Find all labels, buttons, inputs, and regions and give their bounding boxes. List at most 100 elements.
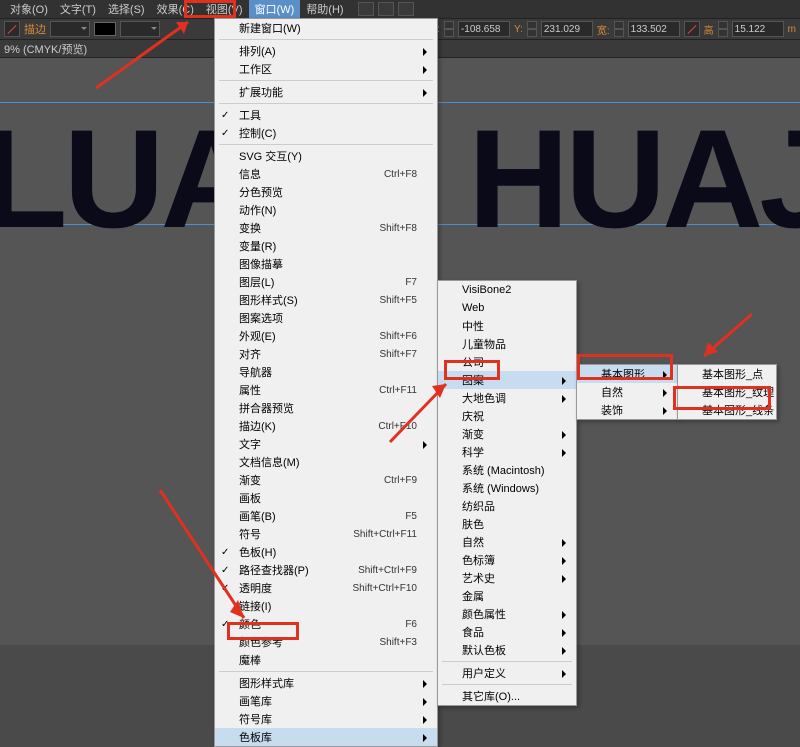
y-spinner[interactable] — [527, 21, 537, 37]
h-field[interactable]: 15.122 — [732, 21, 784, 37]
menu-item[interactable]: VisiBone2 — [438, 281, 576, 299]
artwork-text-right: HUAJ — [468, 98, 800, 260]
fill-dropdown[interactable] — [120, 21, 160, 37]
menu-item[interactable]: 默认色板 — [438, 641, 576, 659]
menu-item[interactable]: 文字 — [215, 435, 437, 453]
x-field[interactable]: -108.658 — [458, 21, 510, 37]
menu-item[interactable]: 大地色调 — [438, 389, 576, 407]
menu-text[interactable]: 文字(T) — [54, 0, 102, 19]
menu-item[interactable]: 颜色参考Shift+F3 — [215, 633, 437, 651]
menu-select[interactable]: 选择(S) — [102, 0, 151, 19]
menu-item[interactable]: 图案 — [438, 371, 576, 389]
no-selection-icon — [4, 21, 20, 37]
menu-item[interactable]: 新建窗口(W) — [215, 19, 437, 37]
menu-item[interactable]: 工作区 — [215, 60, 437, 78]
menu-item[interactable]: 排列(A) — [215, 42, 437, 60]
y-label: Y: — [514, 24, 523, 35]
menu-item[interactable]: 符号库 — [215, 710, 437, 728]
menu-item[interactable]: 色板(H) — [215, 543, 437, 561]
menu-item[interactable]: 金属 — [438, 587, 576, 605]
stroke-dropdown[interactable] — [50, 21, 90, 37]
menu-item[interactable]: Web — [438, 299, 576, 317]
w-label: 宽: — [597, 22, 610, 37]
menu-item[interactable]: 工具 — [215, 106, 437, 124]
window-menu: 新建窗口(W) 排列(A)工作区扩展功能工具控制(C) SVG 交互(Y)信息Ctr… — [214, 18, 438, 747]
menu-item[interactable]: 文档信息(M) — [215, 453, 437, 471]
menu-item[interactable]: 用户定义 — [438, 664, 576, 682]
menu-item[interactable]: 纺织品 — [438, 497, 576, 515]
menu-item[interactable]: 基本图形 — [577, 365, 677, 383]
menu-item[interactable]: 肤色 — [438, 515, 576, 533]
menu-effect[interactable]: 效果(C) — [151, 0, 200, 19]
menu-item[interactable]: 分色预览 — [215, 183, 437, 201]
menu-help[interactable]: 帮助(H) — [300, 0, 349, 19]
menu-item[interactable]: 自然 — [438, 533, 576, 551]
unit-label: m — [788, 24, 796, 35]
menu-item[interactable]: 拼合器预览 — [215, 399, 437, 417]
menu-item[interactable]: 信息Ctrl+F8 — [215, 165, 437, 183]
menubar: 对象(O) 文字(T) 选择(S) 效果(C) 视图(V) 窗口(W) 帮助(H… — [0, 0, 800, 18]
menu-item[interactable]: 自然 — [577, 383, 677, 401]
menu-item[interactable]: 艺术史 — [438, 569, 576, 587]
toolbar-icon-1[interactable] — [358, 2, 374, 16]
menu-item[interactable]: 系统 (Macintosh) — [438, 461, 576, 479]
menu-item[interactable]: 色标簿 — [438, 551, 576, 569]
menu-item[interactable]: 科学 — [438, 443, 576, 461]
menu-item[interactable]: 色板库 — [215, 728, 437, 746]
menu-item[interactable]: 图形样式(S)Shift+F5 — [215, 291, 437, 309]
menu-item[interactable]: 渐变 — [438, 425, 576, 443]
menu-item[interactable]: 系统 (Windows) — [438, 479, 576, 497]
menu-item[interactable]: 图像描摹 — [215, 255, 437, 273]
menu-item[interactable]: 外观(E)Shift+F6 — [215, 327, 437, 345]
x-spinner[interactable] — [444, 21, 454, 37]
menu-window[interactable]: 窗口(W) — [249, 0, 301, 19]
menu-item[interactable]: 画笔库 — [215, 692, 437, 710]
menu-item[interactable]: 儿童物品 — [438, 335, 576, 353]
menu-item[interactable]: 属性Ctrl+F11 — [215, 381, 437, 399]
menu-item[interactable]: 路径查找器(P)Shift+Ctrl+F9 — [215, 561, 437, 579]
menu-item[interactable]: 图形样式库 — [215, 674, 437, 692]
menu-item[interactable]: 图案选项 — [215, 309, 437, 327]
h-label: 高 — [704, 22, 714, 37]
menu-object[interactable]: 对象(O) — [4, 0, 54, 19]
menu-item[interactable]: 装饰 — [577, 401, 677, 419]
menu-item[interactable]: 动作(N) — [215, 201, 437, 219]
menu-item[interactable]: 描边(K)Ctrl+F10 — [215, 417, 437, 435]
menu-item[interactable]: 扩展功能 — [215, 83, 437, 101]
menu-item[interactable]: 图层(L)F7 — [215, 273, 437, 291]
menu-item[interactable]: 魔棒 — [215, 651, 437, 669]
h-spinner[interactable] — [718, 21, 728, 37]
menu-item[interactable]: 其它库(O)... — [438, 687, 576, 705]
menu-item[interactable]: 画笔(B)F5 — [215, 507, 437, 525]
toolbar-icon-3[interactable] — [398, 2, 414, 16]
menu-item[interactable]: 公司 — [438, 353, 576, 371]
menu-item[interactable]: 画板 — [215, 489, 437, 507]
fill-swatch[interactable] — [94, 22, 116, 36]
menu-item[interactable]: 颜色F6 — [215, 615, 437, 633]
menu-item[interactable]: 渐变Ctrl+F9 — [215, 471, 437, 489]
menu-item[interactable]: 对齐Shift+F7 — [215, 345, 437, 363]
w-spinner[interactable] — [614, 21, 624, 37]
menu-item[interactable]: 庆祝 — [438, 407, 576, 425]
toolbar-icon-2[interactable] — [378, 2, 394, 16]
menu-item[interactable]: 食品 — [438, 623, 576, 641]
menu-item[interactable]: 中性 — [438, 317, 576, 335]
pattern-submenu: 基本图形自然装饰 — [576, 364, 678, 420]
menu-item[interactable]: 颜色属性 — [438, 605, 576, 623]
menu-item[interactable]: 透明度Shift+Ctrl+F10 — [215, 579, 437, 597]
menu-item[interactable]: 变换Shift+F8 — [215, 219, 437, 237]
menu-item[interactable]: 变量(R) — [215, 237, 437, 255]
menu-item[interactable]: 基本图形_纹理 — [678, 383, 776, 401]
menu-item[interactable]: 导航器 — [215, 363, 437, 381]
link-icon[interactable] — [684, 21, 700, 37]
menu-item[interactable]: 链接(I) — [215, 597, 437, 615]
menu-item[interactable]: 符号Shift+Ctrl+F11 — [215, 525, 437, 543]
menu-item[interactable]: SVG 交互(Y) — [215, 147, 437, 165]
basic-graphics-submenu: 基本图形_点基本图形_纹理基本图形_线条 — [677, 364, 777, 420]
menu-item[interactable]: 基本图形_线条 — [678, 401, 776, 419]
w-field[interactable]: 133.502 — [628, 21, 680, 37]
y-field[interactable]: 231.029 — [541, 21, 593, 37]
menu-item[interactable]: 控制(C) — [215, 124, 437, 142]
menu-item[interactable]: 基本图形_点 — [678, 365, 776, 383]
menu-view[interactable]: 视图(V) — [200, 0, 249, 19]
